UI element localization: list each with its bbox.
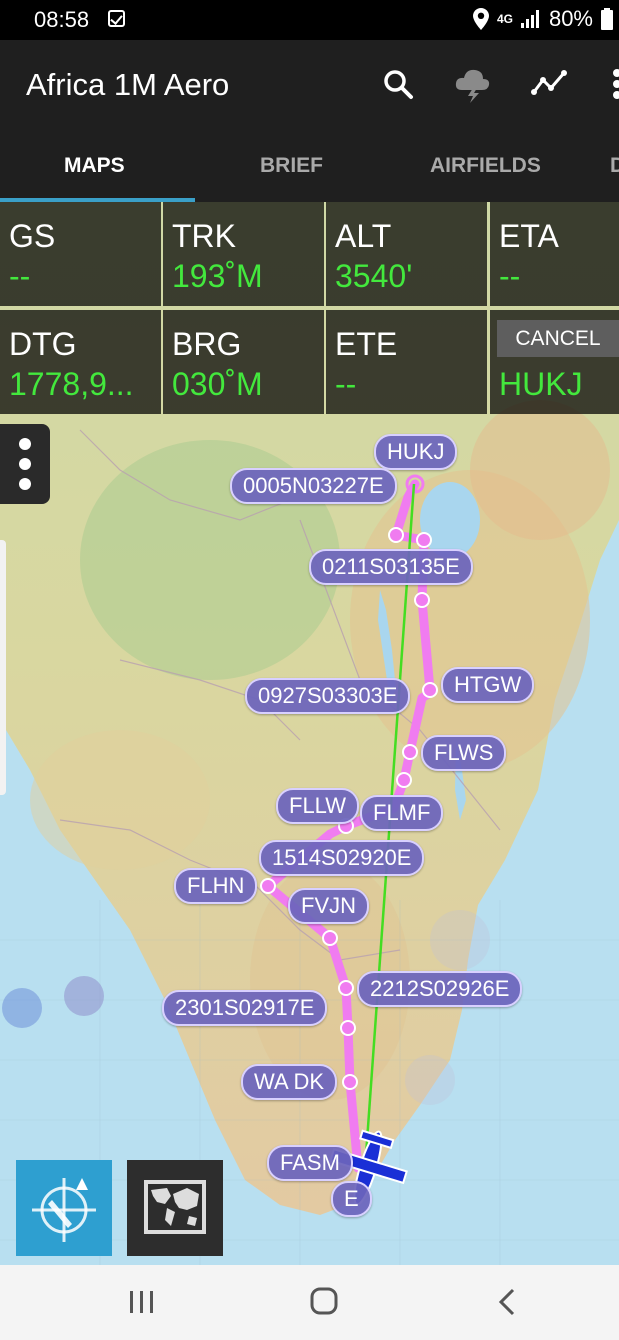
brg-value: 030˚M xyxy=(172,366,263,402)
waypoint-label[interactable]: 0005N03227E xyxy=(230,468,397,504)
destination-value: HUKJ xyxy=(499,366,583,402)
network-type: 4G xyxy=(496,12,513,26)
gs-label: GS xyxy=(9,218,56,254)
waypoint-label[interactable]: FLMF xyxy=(360,795,444,831)
battery-percent: 80% xyxy=(548,6,593,31)
overflow-menu-icon[interactable] xyxy=(600,64,619,104)
tab-airfields[interactable]: AIRFIELDS xyxy=(430,154,541,178)
recent-apps-icon[interactable] xyxy=(122,1285,162,1319)
elevation-profile-icon[interactable] xyxy=(530,64,570,104)
tab-maps[interactable]: MAPS xyxy=(64,154,125,178)
trk-cell[interactable]: TRK 193˚M xyxy=(163,202,324,306)
brg-cell[interactable]: BRG 030˚M xyxy=(163,310,324,414)
waypoint-label[interactable]: E xyxy=(331,1181,372,1217)
waypoint-label[interactable]: FVJN xyxy=(288,888,369,924)
ete-label: ETE xyxy=(335,326,398,362)
battery-icon xyxy=(601,8,613,30)
waypoint-label[interactable]: WA DK xyxy=(241,1064,338,1100)
alt-value: 3540' xyxy=(335,258,413,294)
dtg-cell[interactable]: DTG 1778,9... xyxy=(0,310,161,414)
home-icon[interactable] xyxy=(304,1285,344,1319)
track-up-compass-icon xyxy=(32,1178,96,1242)
trk-value: 193˚M xyxy=(172,258,263,294)
track-up-button[interactable] xyxy=(16,1160,112,1256)
brg-label: BRG xyxy=(172,326,242,362)
tab-bar: MAPS BRIEF AIRFIELDS D xyxy=(0,130,619,202)
app-title: Africa 1M Aero xyxy=(26,67,230,102)
system-nav-bar xyxy=(0,1265,619,1340)
cancel-route-button[interactable]: CANCEL xyxy=(497,320,619,357)
search-icon[interactable] xyxy=(378,64,418,104)
side-drawer-handle[interactable] xyxy=(0,540,6,795)
waypoint-label[interactable]: 0927S03303E xyxy=(245,678,411,714)
waypoint-label[interactable]: 1514S02920E xyxy=(259,840,425,876)
waypoint-label[interactable]: FASM xyxy=(267,1145,353,1181)
gs-value: -- xyxy=(9,258,31,294)
dtg-label: DTG xyxy=(9,326,77,362)
waypoint-label[interactable]: FLLW xyxy=(276,788,360,824)
nav-data-panel: GS -- TRK 193˚M ALT 3540' ETA -- DTG 177… xyxy=(0,202,619,414)
app-bar: Africa 1M Aero xyxy=(0,40,619,130)
weather-cloud-icon[interactable] xyxy=(452,64,492,104)
eta-label: ETA xyxy=(499,218,559,254)
signal-icon xyxy=(520,10,539,28)
waypoint-label[interactable]: FLWS xyxy=(421,735,507,771)
alt-label: ALT xyxy=(335,218,392,254)
eta-value: -- xyxy=(499,258,521,294)
world-map-icon xyxy=(144,1180,206,1234)
alt-cell[interactable]: ALT 3540' xyxy=(326,202,487,306)
waypoint-label[interactable]: FLHN xyxy=(174,868,258,904)
dtg-value: 1778,9... xyxy=(9,366,134,402)
ete-value: -- xyxy=(335,366,357,402)
map-view-button[interactable] xyxy=(127,1160,223,1256)
ete-cell[interactable]: ETE -- xyxy=(326,310,487,414)
status-time: 08:58 xyxy=(34,7,90,32)
location-pin-icon xyxy=(472,8,489,30)
waypoint-label[interactable]: HUKJ xyxy=(374,434,458,470)
waypoint-label[interactable]: 2212S02926E xyxy=(357,971,523,1007)
waypoint-label[interactable]: 0211S03135E xyxy=(309,549,473,585)
waypoint-label[interactable]: HTGW xyxy=(441,667,535,703)
layers-menu-icon[interactable] xyxy=(0,424,50,504)
status-icons: 4G 80% xyxy=(472,6,613,32)
gs-cell[interactable]: GS -- xyxy=(0,202,161,306)
trk-label: TRK xyxy=(172,218,236,254)
eta-cell[interactable]: ETA -- xyxy=(490,202,619,306)
tab-more[interactable]: D xyxy=(610,154,619,178)
notification-check-icon xyxy=(108,10,125,27)
tab-brief[interactable]: BRIEF xyxy=(260,154,323,178)
waypoint-label[interactable]: 2301S02917E xyxy=(162,990,328,1026)
back-icon[interactable] xyxy=(487,1285,527,1319)
status-bar: 08:58 4G 80% xyxy=(0,0,619,40)
